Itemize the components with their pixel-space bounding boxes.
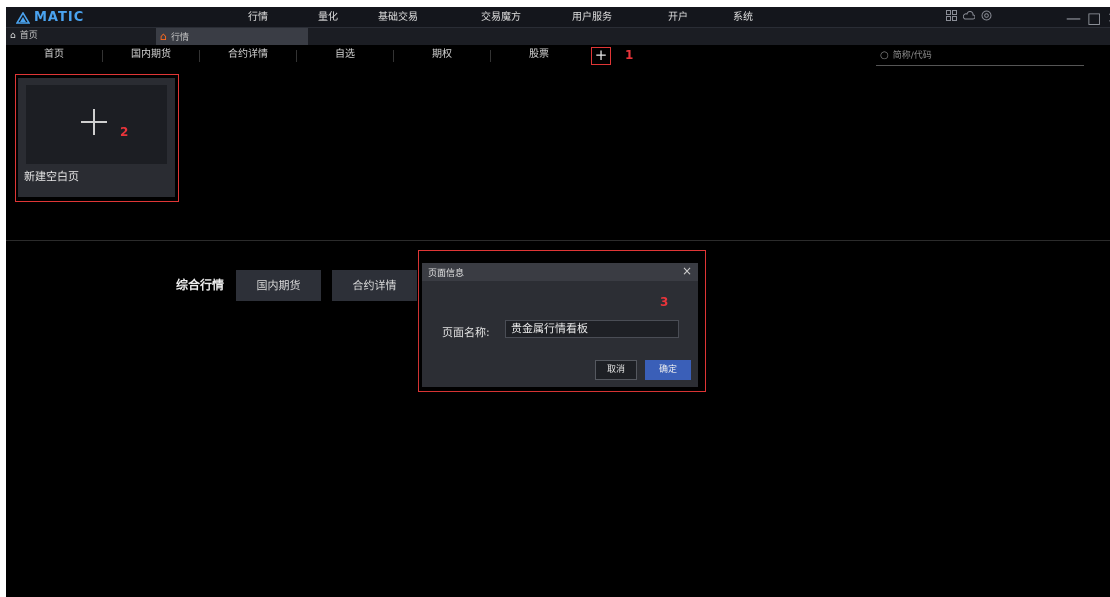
page-name-label: 页面名称: [442,326,490,339]
menu-item-open-account[interactable]: 开户 [668,7,688,28]
page-name-input[interactable]: 贵金属行情看板 [505,320,679,338]
cloud-icon[interactable] [962,10,976,24]
tab-market-label: 行情 [170,33,189,43]
maximize-icon[interactable]: □ [1087,9,1101,27]
menu-item-quant[interactable]: 量化 [318,7,338,28]
app-window: MATIC 行情 量化 基础交易 交易魔方 用户服务 开户 系统 — □ ✕ [6,7,1110,597]
highlight-box-2: 2 新建空白页 [15,74,179,202]
minimize-icon[interactable]: — [1066,9,1081,27]
system-icons [946,10,992,24]
subnav-item-domestic-futures[interactable]: 国内期货 [103,45,199,67]
tab-home[interactable]: ⌂ 首页 [6,28,156,45]
section-divider [6,240,1110,241]
subnav-item-contract-detail[interactable]: 合约详情 [200,45,296,67]
menu-item-market[interactable]: 行情 [248,7,268,28]
page-info-dialog: 页面信息 × 3 页面名称: 贵金属行情看板 取消 确定 [422,263,698,387]
menu-item-magic[interactable]: 交易魔方 [481,7,521,28]
dialog-header: 页面信息 × [422,263,698,281]
top-menu-bar: MATIC 行情 量化 基础交易 交易魔方 用户服务 开户 系统 — □ ✕ [6,7,1110,28]
highlight-box-3: 页面信息 × 3 页面名称: 贵金属行情看板 取消 确定 [418,250,706,392]
confirm-button[interactable]: 确定 [645,360,691,380]
tab-home-label: 首页 [19,31,38,41]
cancel-button[interactable]: 取消 [595,360,637,380]
card-thumbnail: 2 [26,85,167,164]
subnav-item-options[interactable]: 期权 [394,45,490,67]
step-marker-1: 1 [625,48,634,62]
search-icon: ○ [880,50,889,61]
subnav-item-watchlist[interactable]: 自选 [297,45,393,67]
subnav-item-home[interactable]: 首页 [6,45,102,67]
menu-item-user-service[interactable]: 用户服务 [572,7,612,28]
page-section-title: 综合行情 [176,278,225,292]
apps-icon[interactable] [946,10,957,24]
subnav-item-stocks[interactable]: 股票 [491,45,587,67]
step-marker-3: 3 [660,295,669,309]
home-icon: ⌂ [10,31,16,41]
page-subnav: 首页 国内期货 合约详情 自选 期权 股票 + 1 ○ 简称/代码 [6,45,1110,67]
home-icon: ⌂ [160,30,167,43]
close-icon[interactable]: × [682,264,692,278]
main-menu: 行情 量化 基础交易 交易魔方 用户服务 开户 系统 [6,7,1110,28]
tab-market[interactable]: ⌂ 行情 [156,28,308,45]
window-controls: — □ ✕ [1066,7,1110,28]
tab-strip: ⌂ 首页 ⌂ 行情 [6,28,1110,45]
step-marker-2: 2 [120,125,129,139]
search-placeholder: 简称/代码 [892,51,932,61]
plus-icon [81,109,107,135]
menu-item-system[interactable]: 系统 [733,7,753,28]
new-blank-page-card[interactable]: 2 新建空白页 [18,78,175,197]
dialog-title: 页面信息 [428,269,465,279]
menu-item-trade[interactable]: 基础交易 [378,7,418,28]
settings-icon[interactable] [981,10,992,24]
add-page-button[interactable]: + [591,47,611,65]
page-button-domestic-futures[interactable]: 国内期货 [236,270,321,301]
search-box[interactable]: ○ 简称/代码 [876,48,1084,66]
page-button-contract-detail[interactable]: 合约详情 [332,270,417,301]
card-label: 新建空白页 [24,170,79,183]
